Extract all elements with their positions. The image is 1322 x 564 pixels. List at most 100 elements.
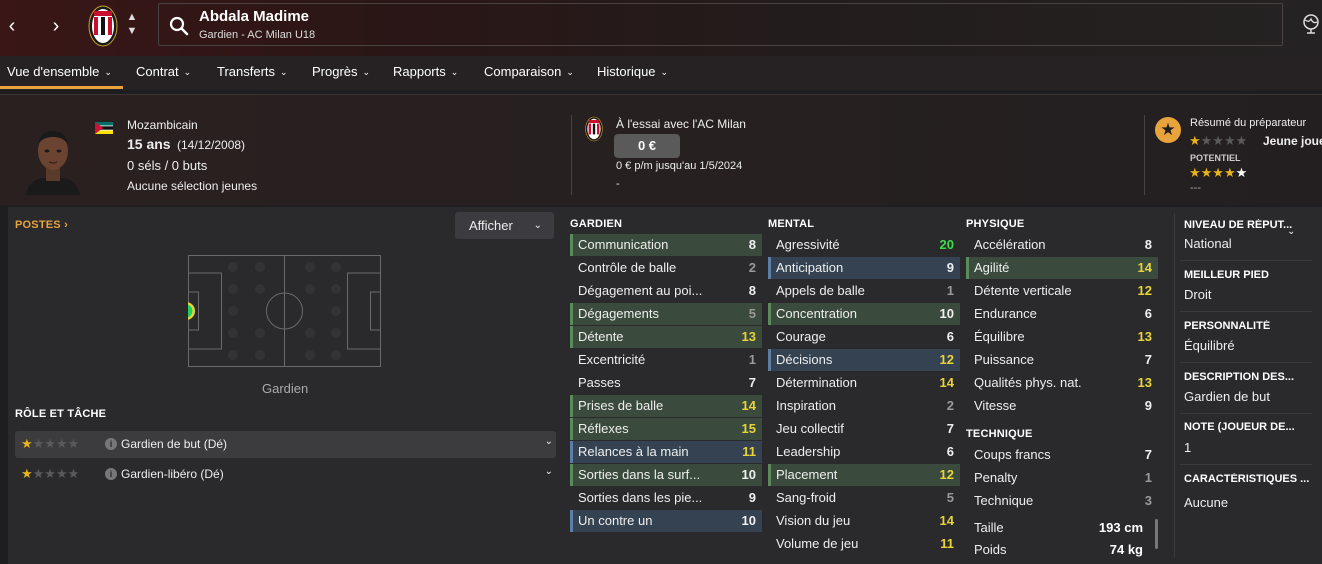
attribute-row[interactable]: Contrôle de balle 2: [570, 257, 762, 279]
attribute-value: 7: [1144, 447, 1152, 462]
attribute-row[interactable]: Dégagement au poi... 8: [570, 280, 762, 302]
attribute-row[interactable]: Puissance 7: [966, 349, 1158, 371]
role-stars: ★★★★★: [21, 466, 80, 481]
attribute-name: Jeu collectif: [776, 421, 844, 436]
forward-arrow-icon[interactable]: ›: [44, 14, 68, 38]
attribute-row[interactable]: Concentration 10: [768, 303, 960, 325]
header-divider: [1144, 115, 1145, 195]
international-caps: 0 séls / 0 buts: [127, 158, 208, 173]
attribute-row[interactable]: Endurance 6: [966, 303, 1158, 325]
switch-player-arrows[interactable]: ▲ ▼: [124, 10, 140, 38]
attribute-row[interactable]: Penalty 1: [966, 467, 1158, 489]
attribute-row[interactable]: Anticipation 9: [768, 257, 960, 279]
info-value-description: Gardien de but: [1184, 389, 1271, 404]
attribute-row[interactable]: Un contre un 10: [570, 510, 762, 532]
attribute-row[interactable]: Technique 3: [966, 490, 1158, 512]
attribute-value: 9: [946, 260, 954, 275]
search-icon: [169, 16, 189, 36]
attribute-value: 11: [940, 536, 954, 551]
attribute-row[interactable]: Placement 12: [768, 464, 960, 486]
tab-reports[interactable]: Rapports ⌄: [393, 64, 458, 79]
attribute-row[interactable]: Agressivité 20: [768, 234, 960, 256]
attribute-name: Coups francs: [974, 447, 1051, 462]
attribute-row[interactable]: Détente 13: [570, 326, 762, 348]
attribute-value: 10: [939, 306, 954, 321]
role-row-gardien-libero[interactable]: ★★★★★ i Gardien-libéro (Dé) ⌄: [15, 461, 556, 488]
attribute-row[interactable]: Communication 8: [570, 234, 762, 256]
attribute-row[interactable]: Équilibre 13: [966, 326, 1158, 348]
attribute-row[interactable]: Volume de jeu 11: [768, 533, 960, 555]
attribute-name: Prises de balle: [578, 398, 664, 413]
ac-milan-crest-icon[interactable]: [88, 5, 118, 47]
tab-menu: Vue d'ensemble ⌄ Contrat ⌄ Transferts ⌄ Pro…: [0, 56, 1322, 90]
attribute-row[interactable]: Prises de balle 14: [570, 395, 762, 417]
tab-contract[interactable]: Contrat ⌄: [136, 64, 191, 79]
attribute-row[interactable]: Sorties dans la surf... 10: [570, 464, 762, 486]
search-box[interactable]: Abdala Madime Gardien - AC Milan U18: [158, 3, 1283, 46]
info-title-best-foot: MEILLEUR PIED: [1184, 269, 1269, 281]
attribute-name: Puissance: [974, 352, 1034, 367]
attribute-name: Détermination: [776, 375, 857, 390]
attribute-row[interactable]: Décisions 12: [768, 349, 960, 371]
coach-report-text: Jeune joueur: [1263, 134, 1322, 148]
show-dropdown-button[interactable]: Afficher ⌄: [455, 212, 554, 239]
attribute-name: Dégagements: [578, 306, 659, 321]
attribute-row[interactable]: Accélération 8: [966, 234, 1158, 256]
attribute-row[interactable]: Sorties dans les pie... 9: [570, 487, 762, 509]
attribute-row[interactable]: Vision du jeu 14: [768, 510, 960, 532]
attribute-value: 12: [939, 352, 954, 367]
chevron-down-icon[interactable]: ⌄: [545, 466, 553, 477]
attribute-value: 8: [748, 283, 756, 298]
info-divider: [1180, 362, 1312, 363]
attribute-row[interactable]: Jeu collectif 7: [768, 418, 960, 440]
attribute-value: 14: [939, 375, 954, 390]
tab-comparison[interactable]: Comparaison ⌄: [484, 64, 574, 79]
tab-overview[interactable]: Vue d'ensemble ⌄: [7, 64, 112, 79]
attribute-row[interactable]: Sang-froid 5: [768, 487, 960, 509]
positions-title[interactable]: POSTES ›: [15, 219, 68, 231]
info-title-personality: PERSONNALITÉ: [1184, 320, 1271, 332]
attribute-row[interactable]: Dégagements 5: [570, 303, 762, 325]
physical-title: PHYSIQUE: [966, 218, 1025, 230]
role-row-gardien-de-but[interactable]: ★★★★★ i Gardien de but (Dé) ⌄: [15, 431, 556, 458]
scrollbar[interactable]: [1155, 519, 1158, 549]
back-arrow-icon[interactable]: ‹: [0, 14, 24, 38]
attribute-name: Volume de jeu: [776, 536, 859, 551]
info-icon[interactable]: i: [105, 468, 117, 480]
info-value-traits: Aucune: [1184, 495, 1229, 510]
attribute-row[interactable]: Réflexes 15: [570, 418, 762, 440]
attribute-value: 13: [1137, 375, 1152, 390]
attribute-row[interactable]: Détermination 14: [768, 372, 960, 394]
info-value-best-foot: Droit: [1184, 287, 1212, 302]
technical-title: TECHNIQUE: [966, 428, 1033, 440]
chevron-right-icon: ›: [64, 219, 68, 231]
attribute-row[interactable]: Coups francs 7: [966, 444, 1158, 466]
attribute-value: 14: [939, 513, 954, 528]
attribute-row[interactable]: Détente verticale 12: [966, 280, 1158, 302]
attribute-row[interactable]: Leadership 6: [768, 441, 960, 463]
attribute-row[interactable]: Courage 6: [768, 326, 960, 348]
nationality: Mozambicain: [127, 118, 198, 132]
attribute-row[interactable]: Passes 7: [570, 372, 762, 394]
chevron-down-icon[interactable]: ⌄: [545, 436, 553, 447]
attribute-row[interactable]: Excentricité 1: [570, 349, 762, 371]
tab-transfers[interactable]: Transferts ⌄: [217, 64, 288, 79]
pitch-diagram[interactable]: [188, 255, 381, 367]
attribute-value: 5: [748, 306, 756, 321]
chevron-down-icon[interactable]: ⌄: [1287, 226, 1295, 237]
attribute-row[interactable]: Relances à la main 11: [570, 441, 762, 463]
globe-icon[interactable]: [1302, 14, 1320, 34]
info-divider: [1180, 413, 1312, 414]
attribute-row[interactable]: Qualités phys. nat. 13: [966, 372, 1158, 394]
attribute-name: Agilité: [974, 260, 1010, 275]
info-icon[interactable]: i: [105, 438, 117, 450]
attribute-value: 2: [946, 398, 954, 413]
coach-report-star-icon: ★: [1155, 117, 1181, 143]
attribute-row[interactable]: Inspiration 2: [768, 395, 960, 417]
attribute-row[interactable]: Appels de balle 1: [768, 280, 960, 302]
attribute-row[interactable]: Vitesse 9: [966, 395, 1158, 417]
attribute-row[interactable]: Agilité 14: [966, 257, 1158, 279]
player-portrait[interactable]: [22, 123, 84, 195]
tab-history[interactable]: Historique ⌄: [597, 64, 668, 79]
tab-progress[interactable]: Progrès ⌄: [312, 64, 370, 79]
